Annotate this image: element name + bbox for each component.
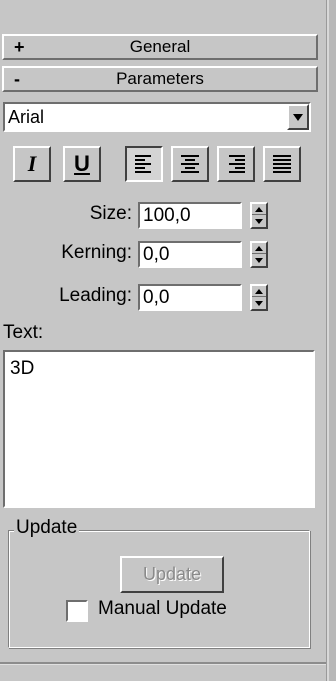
update-button[interactable]: Update: [120, 556, 224, 593]
collapse-icon: -: [14, 69, 20, 89]
parameters-panel: + General - Parameters Arial I U Size: 1…: [0, 0, 336, 681]
justify-icon: [273, 154, 291, 174]
leading-field[interactable]: 0,0: [138, 284, 242, 311]
parameters-rollout-header[interactable]: - Parameters: [2, 66, 318, 92]
expand-icon: +: [14, 37, 25, 57]
chevron-down-icon[interactable]: [287, 104, 309, 130]
align-right-button[interactable]: [217, 146, 255, 182]
kerning-label: Kerning:: [61, 242, 132, 263]
general-rollout-header[interactable]: + General: [2, 34, 318, 60]
kerning-spinner[interactable]: [250, 241, 268, 268]
leading-label: Leading:: [59, 285, 132, 306]
align-center-icon: [181, 154, 199, 174]
manual-update-checkbox[interactable]: [66, 600, 88, 622]
align-right-icon: [227, 154, 245, 174]
italic-icon: I: [27, 151, 37, 176]
spinner-down-icon[interactable]: [255, 301, 263, 306]
spinner-up-icon[interactable]: [255, 207, 263, 212]
size-label: Size:: [89, 203, 132, 224]
text-input[interactable]: 3D: [3, 350, 315, 508]
rollout-title: Parameters: [116, 69, 204, 88]
italic-button[interactable]: I: [13, 146, 51, 182]
align-left-button[interactable]: [125, 146, 163, 182]
kerning-field[interactable]: 0,0: [138, 241, 242, 268]
text-label: Text:: [3, 322, 44, 343]
panel-scrollbar[interactable]: [326, 0, 336, 681]
spinner-down-icon[interactable]: [255, 219, 263, 224]
align-left-icon: [135, 154, 153, 174]
update-group-title: Update: [14, 517, 80, 539]
spinner-down-icon[interactable]: [255, 258, 263, 263]
justify-button[interactable]: [263, 146, 301, 182]
font-dropdown[interactable]: Arial: [3, 102, 311, 132]
manual-update-label[interactable]: Manual Update: [98, 598, 227, 620]
spinner-up-icon[interactable]: [255, 289, 263, 294]
font-dropdown-value: Arial: [8, 107, 45, 127]
rollout-title: General: [129, 37, 191, 56]
divider: [0, 662, 326, 665]
underline-button[interactable]: U: [63, 146, 101, 182]
spinner-up-icon[interactable]: [255, 246, 263, 251]
underline-icon: U: [74, 151, 90, 176]
size-field[interactable]: 100,0: [138, 202, 242, 229]
leading-spinner[interactable]: [250, 284, 268, 311]
align-center-button[interactable]: [171, 146, 209, 182]
size-spinner[interactable]: [250, 202, 268, 229]
